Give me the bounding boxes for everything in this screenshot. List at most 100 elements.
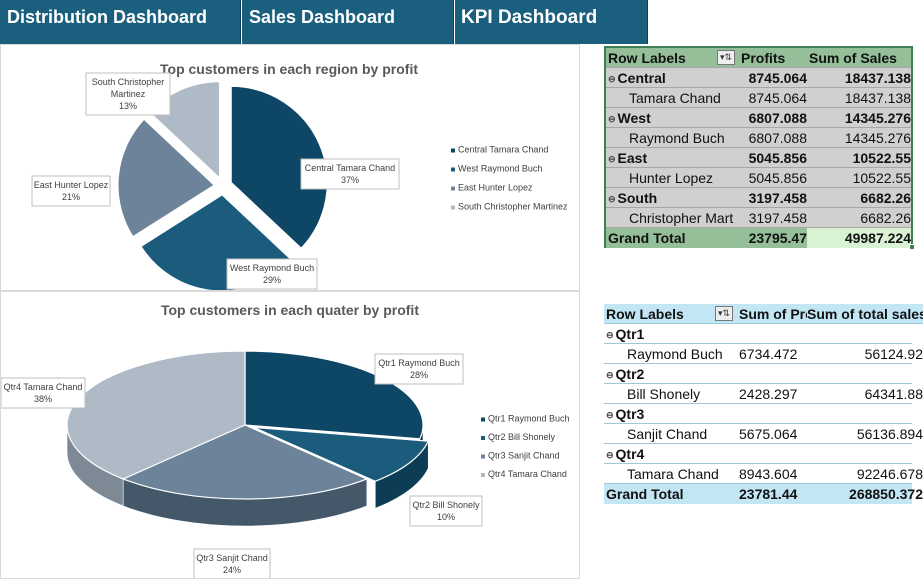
grand-total-profit: 23795.47 <box>748 230 807 246</box>
sales-cell: 10522.55 <box>852 150 911 166</box>
row-group-label[interactable]: ⊖ Qtr3 <box>606 404 734 424</box>
slice-category-label: Qtr4 Tamara Chand <box>4 382 83 392</box>
region-pivot-table[interactable]: Row Labels ▾⇅ Profits Sum of Sales ⊖ Cent… <box>604 46 915 250</box>
slice-category-label: East Hunter Lopez <box>34 180 109 190</box>
data-label-callout: Qtr2 Bill Shonely 10% <box>409 495 483 527</box>
collapse-icon[interactable]: ⊖ <box>608 114 616 124</box>
legend-entry[interactable]: Qtr4 Tamara Chand <box>488 469 567 479</box>
quarter-profit-chart[interactable]: Top customers in each quater by profit Qt… <box>0 291 580 579</box>
collapse-icon[interactable]: ⊖ <box>606 410 614 420</box>
selection-fill-handle[interactable] <box>909 244 915 250</box>
row-label-text: Qtr2 <box>615 366 645 382</box>
profit-cell: 6807.088 <box>748 130 807 146</box>
filter-sort-button[interactable]: ▾⇅ <box>715 306 733 321</box>
region-pie-svg: Top customers in each region by profit Ce… <box>31 61 568 290</box>
legend-swatch <box>451 205 455 210</box>
sales-cell: 6682.26 <box>860 210 911 226</box>
region-profit-chart[interactable]: Top customers in each region by profit Ce… <box>0 44 580 291</box>
pivot-group-row[interactable]: ⊖ East 5045.856 10522.55 <box>606 148 911 168</box>
legend-swatch <box>481 473 485 477</box>
header-profits: Profits <box>741 50 786 66</box>
sales-cell: 14345.276 <box>844 130 911 146</box>
legend-entry[interactable]: South Christopher Martinez <box>458 202 568 212</box>
pivot-detail-row[interactable]: Tamara Chand 8943.604 92246.678 <box>604 464 923 484</box>
legend-swatch <box>451 167 455 172</box>
legend-swatch <box>481 417 485 422</box>
pivot-group-row[interactable]: ⊖ Central 8745.064 18437.138 <box>606 68 911 88</box>
pivot-detail-row[interactable]: Bill Shonely 2428.297 64341.88 <box>604 384 923 404</box>
tab-sales-dashboard[interactable]: Sales Dashboard <box>242 0 454 44</box>
profit-cell: 5045.856 <box>748 170 807 186</box>
slice-percent-label: 37% <box>341 175 359 185</box>
profit-cell <box>737 404 807 424</box>
grand-total-sales[interactable]: 268850.372 <box>807 484 923 504</box>
pivot-detail-row[interactable]: Sanjit Chand 5675.064 56136.894 <box>604 424 923 444</box>
pivot-group-row[interactable]: ⊖ West 6807.088 14345.276 <box>606 108 911 128</box>
pivot-group-row[interactable]: ⊖ Qtr4 <box>604 444 912 464</box>
slice-category-label: West Raymond Buch <box>230 263 314 273</box>
pivot-group-row[interactable]: ⊖ Qtr2 <box>604 364 912 384</box>
pivot-group-row[interactable]: ⊖ Qtr3 <box>604 404 912 424</box>
row-label-text: Qtr4 <box>615 446 645 462</box>
row-group-label[interactable]: ⊖ Central <box>608 68 736 88</box>
legend-entry[interactable]: Central Tamara Chand <box>458 145 548 155</box>
pivot-detail-row[interactable]: Raymond Buch 6807.088 14345.276 <box>606 128 911 148</box>
slice-percent-label: 13% <box>119 101 137 111</box>
header-sum-of-sales: Sum of Sales <box>809 50 897 66</box>
profit-cell <box>737 444 807 464</box>
data-label-callout: Central Tamara Chand 37% <box>300 158 400 190</box>
legend-entry[interactable]: West Raymond Buch <box>458 164 542 174</box>
sales-cell: 10522.55 <box>852 170 911 186</box>
pivot-detail-row[interactable]: Christopher Mart 3197.458 6682.26 <box>606 208 911 228</box>
profit-cell <box>737 364 807 384</box>
row-group-label[interactable]: ⊖ East <box>608 148 736 168</box>
grand-total-sales[interactable]: 49987.224 <box>807 228 911 248</box>
row-label-text: Christopher Mart <box>629 210 734 226</box>
collapse-icon[interactable]: ⊖ <box>606 330 614 340</box>
pivot-detail-row[interactable]: Raymond Buch 6734.472 56124.92 <box>604 344 923 364</box>
row-group-label[interactable]: ⊖ Qtr4 <box>606 444 734 464</box>
row-item-label: Tamara Chand <box>606 464 734 484</box>
collapse-icon[interactable]: ⊖ <box>608 194 616 204</box>
sales-cell: 18437.138 <box>844 70 911 86</box>
legend-entry[interactable]: Qtr2 Bill Shonely <box>488 432 556 442</box>
grand-total-label: Grand Total <box>608 230 686 246</box>
pivot-group-row[interactable]: ⊖ South 3197.458 6682.26 <box>606 188 911 208</box>
collapse-icon[interactable]: ⊖ <box>608 154 616 164</box>
slice-category-label: Qtr2 Bill Shonely <box>412 500 480 510</box>
pivot-grand-total-row: Grand Total 23781.44 268850.372 <box>604 484 923 504</box>
sales-cell: 6682.26 <box>860 190 911 206</box>
collapse-icon[interactable]: ⊖ <box>608 74 616 84</box>
slice-category-label: Qtr3 Sanjit Chand <box>196 553 268 563</box>
slice-category-label: Qtr1 Raymond Buch <box>378 358 460 368</box>
row-item-label: Bill Shonely <box>606 384 734 404</box>
row-label-text: Central <box>617 70 666 86</box>
pivot-group-row[interactable]: ⊖ Qtr1 <box>604 324 912 344</box>
row-group-label[interactable]: ⊖ South <box>608 188 736 208</box>
chart-title: Top customers in each quater by profit <box>161 302 419 318</box>
tab-distribution-dashboard[interactable]: Distribution Dashboard <box>0 0 241 44</box>
row-label-text: Qtr1 <box>615 326 645 342</box>
pivot-grand-total-row: Grand Total 23795.47 49987.224 <box>606 228 911 248</box>
sales-cell: 18437.138 <box>844 90 911 106</box>
sales-cell <box>807 444 923 464</box>
collapse-icon[interactable]: ⊖ <box>606 450 614 460</box>
legend-entry[interactable]: Qtr3 Sanjit Chand <box>488 451 560 461</box>
row-group-label[interactable]: ⊖ West <box>608 108 736 128</box>
filter-sort-button[interactable]: ▾⇅ <box>717 50 735 65</box>
legend-entry[interactable]: Qtr1 Raymond Buch <box>488 414 570 424</box>
collapse-icon[interactable]: ⊖ <box>606 370 614 380</box>
data-label-callout: South Christopher Martinez 13% <box>85 72 171 116</box>
slice-percent-label: 24% <box>223 565 241 575</box>
header-sum-of-total-sales: Sum of total sales <box>807 306 923 322</box>
row-group-label[interactable]: ⊖ Qtr2 <box>606 364 734 384</box>
legend-entry[interactable]: East Hunter Lopez <box>458 183 533 193</box>
tab-kpi-dashboard[interactable]: KPI Dashboard <box>455 0 648 44</box>
profit-cell: 5045.856 <box>748 150 807 166</box>
row-label-text: Raymond Buch <box>627 346 723 362</box>
row-group-label[interactable]: ⊖ Qtr1 <box>606 324 734 344</box>
grand-total-profit: 23781.44 <box>739 486 798 502</box>
pivot-detail-row[interactable]: Hunter Lopez 5045.856 10522.55 <box>606 168 911 188</box>
pivot-detail-row[interactable]: Tamara Chand 8745.064 18437.138 <box>606 88 911 108</box>
quarter-pivot-table[interactable]: Row Labels ▾⇅ Sum of Pro Sum of total sa… <box>604 304 923 506</box>
